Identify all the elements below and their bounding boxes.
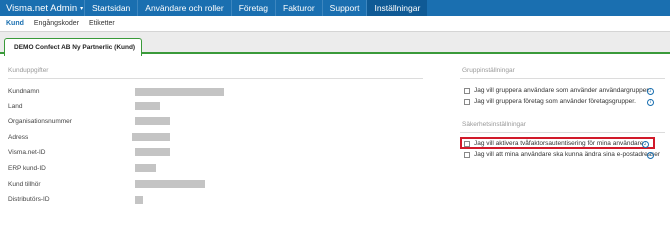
visma-id-value	[135, 148, 170, 156]
customer-name-value	[135, 88, 224, 96]
nav-invoices[interactable]: Fakturor	[275, 0, 322, 16]
section-divider	[8, 78, 423, 79]
field-label-visma-id: Visma.net-ID	[8, 149, 46, 156]
app-menu[interactable]: Visma.net Admin ▾	[0, 0, 84, 16]
top-navigation-bar: Visma.net Admin ▾ Startsidan Användare o…	[0, 0, 670, 16]
info-icon[interactable]: i	[642, 141, 649, 148]
info-icon[interactable]: i	[647, 99, 654, 106]
group-users-label: Jag vill gruppera användare som använder…	[474, 87, 650, 94]
field-label-erp-customer-id: ERP kund-ID	[8, 165, 46, 172]
nav-companies[interactable]: Företag	[230, 0, 275, 16]
nav-startsidan[interactable]: Startsidan	[84, 0, 137, 16]
sub-navigation: Kund Engångskoder Etiketter	[0, 16, 670, 32]
distributor-id-value	[135, 196, 143, 204]
group-companies-label: Jag vill gruppera företag som använder f…	[474, 98, 636, 105]
nav-settings[interactable]: Inställningar	[366, 0, 428, 16]
subnav-customer[interactable]: Kund	[6, 20, 24, 27]
group-users-checkbox[interactable]	[464, 87, 470, 94]
field-label-org-number: Organisationsnummer	[8, 118, 72, 125]
customer-details-title: Kunduppgifter	[8, 67, 49, 74]
field-label-customer-name: Kundnamn	[8, 88, 40, 95]
country-value	[135, 102, 160, 110]
info-icon[interactable]: i	[647, 152, 654, 159]
field-label-country: Land	[8, 103, 23, 110]
tab-strip: DEMO Confect AB Ny Partnerlic (Kund)	[0, 32, 670, 56]
two-factor-option[interactable]: Jag vill aktivera tvåfaktorsautentiserin…	[464, 140, 645, 147]
change-email-label: Jag vill att mina användare ska kunna än…	[474, 151, 661, 158]
group-users-option[interactable]: Jag vill gruppera användare som använder…	[464, 87, 650, 94]
two-factor-label: Jag vill aktivera tvåfaktorsautentiserin…	[474, 140, 646, 147]
section-divider	[460, 132, 665, 133]
two-factor-checkbox[interactable]	[464, 140, 470, 147]
org-number-value	[135, 117, 170, 125]
nav-users-and-roles[interactable]: Användare och roller	[137, 0, 230, 16]
erp-customer-id-value	[135, 164, 156, 172]
field-label-distributor-id: Distributörs-ID	[8, 196, 50, 203]
address-value	[132, 133, 170, 141]
change-email-checkbox[interactable]	[464, 151, 470, 158]
chevron-down-icon: ▾	[80, 5, 84, 12]
section-divider	[460, 78, 665, 79]
info-icon[interactable]: i	[647, 88, 654, 95]
app-title: Visma.net Admin	[6, 2, 78, 14]
customer-belongs-to-value	[135, 180, 205, 188]
security-settings-title: Säkerhetsinställningar	[462, 121, 526, 128]
nav-support[interactable]: Support	[321, 0, 367, 16]
group-companies-option[interactable]: Jag vill gruppera företag som använder f…	[464, 98, 636, 105]
group-settings-title: Gruppinställningar	[462, 67, 515, 74]
field-label-customer-belongs-to: Kund tillhör	[8, 181, 41, 188]
subnav-one-time-codes[interactable]: Engångskoder	[34, 20, 79, 27]
tab-customer[interactable]: DEMO Confect AB Ny Partnerlic (Kund)	[4, 38, 142, 56]
group-companies-checkbox[interactable]	[464, 98, 470, 105]
change-email-option[interactable]: Jag vill att mina användare ska kunna än…	[464, 151, 660, 158]
subnav-labels[interactable]: Etiketter	[89, 20, 115, 27]
field-label-address: Adress	[8, 134, 29, 141]
